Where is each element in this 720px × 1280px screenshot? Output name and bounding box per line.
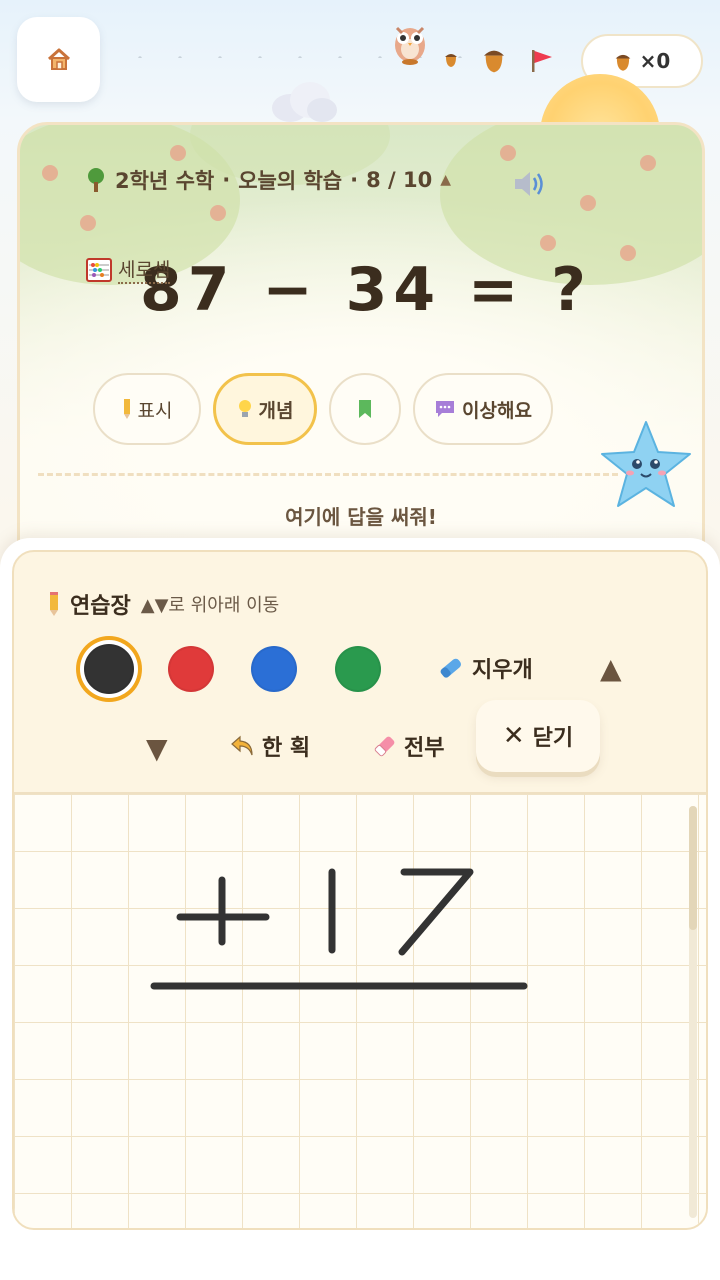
close-pad-button[interactable]: ✕ 닫기 [476,700,600,772]
eraser-label: 지우개 [472,658,533,683]
breadcrumb-lesson: 오늘의 학습 [238,169,343,193]
breadcrumb-separator: · [222,168,231,192]
clear-all-button[interactable]: 전부 [372,730,444,762]
goal-flag-icon [532,50,552,72]
tree-icon [88,168,104,192]
acorn-icon [615,54,630,71]
breadcrumb: 2학년 수학 · 오늘의 학습 · 8 / 10 ▲ [85,165,451,195]
acorn-icon [445,54,457,67]
color-swatch-red[interactable] [168,646,214,692]
scroll-up-button[interactable]: ▲ [600,652,622,685]
cloud-decoration [272,82,337,122]
clear-all-label: 전부 [404,736,445,761]
color-swatch-green[interactable] [335,646,381,692]
pad-scrollbar-thumb[interactable] [689,806,697,930]
undo-stroke-label: 한 획 [262,736,311,761]
breadcrumb-separator: · [350,168,359,192]
pad-title: 연습장 [70,594,131,619]
practice-pad-panel: 연습장 ▲▼로 위아래 이동 지우개 ▲ ▼ 한 획 전부 ✕ 닫기 [0,538,720,1280]
color-swatch-black[interactable] [84,644,134,694]
concept-tag-label: 세로셈 [118,255,171,284]
concept-tag: 세로셈 [86,255,171,284]
concept-chip[interactable]: 개념 [213,373,317,445]
color-swatch-blue[interactable] [251,646,297,692]
pad-header: 연습장 ▲▼로 위아래 이동 [48,588,279,620]
home-icon [47,48,70,70]
pad-subtitle: ▲▼로 위아래 이동 [140,595,280,616]
speaker-icon[interactable] [512,169,546,199]
show-chip-label: 표시 [137,399,173,422]
report-chip[interactable]: 이상해요 [413,373,553,445]
undo-stroke-button[interactable]: 한 획 [230,730,310,762]
report-chip-label: 이상해요 [462,399,532,422]
concept-chip-label: 개념 [258,399,294,422]
pencil-icon [123,399,130,419]
lesson-progress-track [120,56,520,58]
show-chip[interactable]: 표시 [93,373,201,445]
collapse-caret-icon[interactable]: ▲ [440,172,451,188]
speech-bubble-icon [436,401,455,417]
abacus-icon [86,257,112,282]
bookmark-icon [359,400,371,418]
pencil-icon [50,592,58,616]
acorn-icon [484,50,504,73]
close-pad-label: 닫기 [532,726,574,751]
close-icon: ✕ [502,721,525,751]
star-mascot-icon [601,421,691,507]
question-progress: 8 / 10 [366,168,433,192]
drawing-canvas[interactable] [14,792,706,1228]
question-card: 2학년 수학 · 오늘의 학습 · 8 / 10 ▲ 87 − 34 = ? 세… [17,122,705,592]
eraser-button[interactable]: 지우개 [436,652,533,684]
divider [38,473,618,476]
undo-arrow-icon [231,735,253,756]
acorn-count: ×0 [639,49,671,73]
scroll-down-button[interactable]: ▼ [146,732,168,765]
bookmark-chip[interactable] [329,373,401,445]
handwriting-strokes [150,868,528,990]
eraser-icon [440,658,462,678]
lightbulb-icon [238,400,251,417]
practice-pad: 연습장 ▲▼로 위아래 이동 지우개 ▲ ▼ 한 획 전부 ✕ 닫기 [12,550,708,1230]
pink-eraser-icon [374,736,395,757]
question-action-chips: 표시 개념 이상해요 [93,373,553,445]
home-button[interactable] [17,17,100,102]
owl-mascot-icon [395,26,425,65]
breadcrumb-grade: 2학년 수학 [115,169,215,193]
